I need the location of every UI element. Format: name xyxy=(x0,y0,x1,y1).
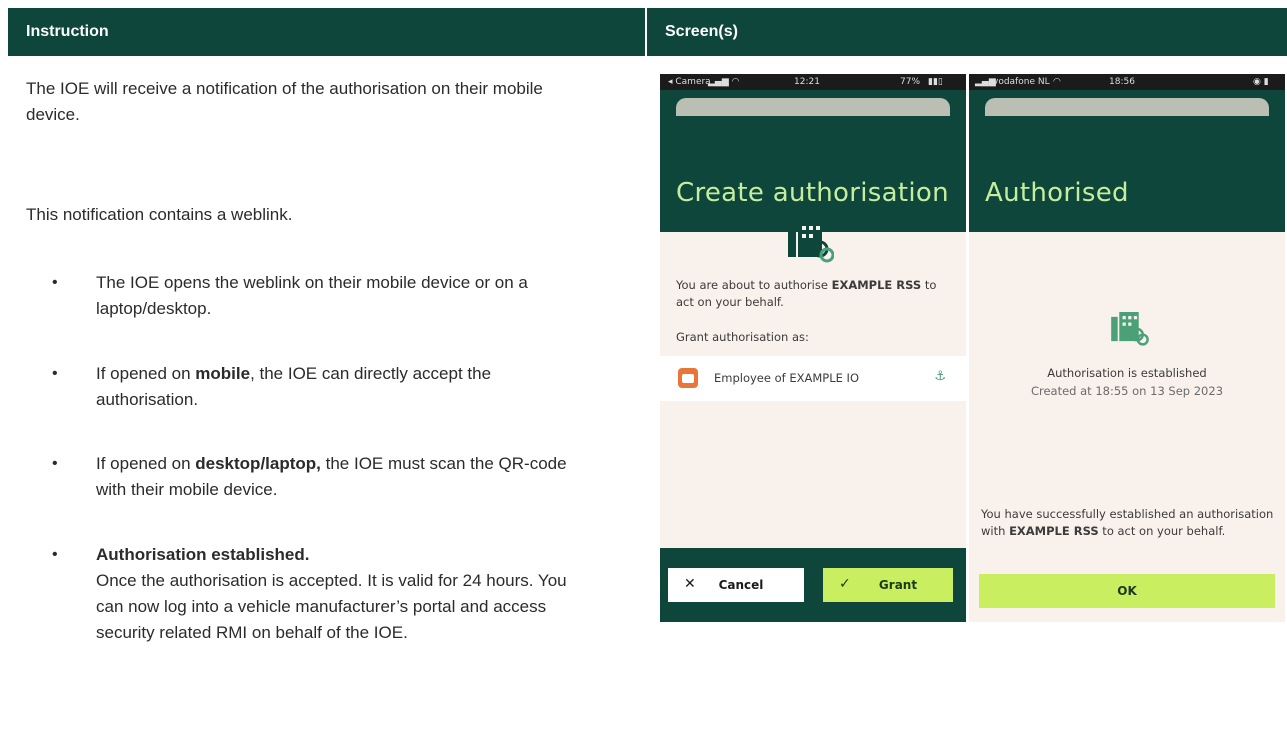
green-band xyxy=(969,116,1285,232)
bullet-dot: • xyxy=(52,455,58,472)
created-timestamp: Created at 18:55 on 13 Sep 2023 xyxy=(1030,384,1224,398)
employee-option[interactable]: Employee of EXAMPLE IO ⚓ xyxy=(660,356,966,401)
established-text: Authorisation is established xyxy=(1047,366,1207,380)
bullet-bold-text: desktop/laptop, xyxy=(195,454,321,473)
bullet-dot: • xyxy=(52,365,58,382)
bullet-text: If opened on xyxy=(96,364,196,383)
bullet-text: Once the authorisation is accepted. It i… xyxy=(96,571,567,642)
instruction-header: Instruction xyxy=(8,8,645,56)
status-carrier: vodafone NL xyxy=(993,77,1050,87)
building-link-icon xyxy=(786,221,835,268)
status-time: 18:56 xyxy=(1109,77,1135,87)
grant-button[interactable]: ✓ Grant xyxy=(823,568,953,602)
about-text: You are about to authorise EXAMPLE RSS t… xyxy=(676,277,956,311)
bullet-item: • Authorisation established. Once the au… xyxy=(52,542,596,646)
status-carrier: ◂ Camera xyxy=(668,77,711,87)
employee-label: Employee of EXAMPLE IO xyxy=(714,371,859,385)
success-text: You have successfully established an aut… xyxy=(981,506,1277,540)
battery-icon: ◉ ▮ xyxy=(1253,77,1269,87)
screen-title: Create authorisation xyxy=(676,178,949,208)
instruction-header-label: Instruction xyxy=(26,23,109,40)
about-text-pre: You are about to authorise xyxy=(676,278,832,292)
status-bar: ◂ Camera ▂▄▆ ◠ 12:21 77% ▮▮▯ xyxy=(660,74,966,90)
bullet-bold-text: Authorisation established. xyxy=(96,545,310,564)
bullet-text: The IOE opens the weblink on their mobil… xyxy=(96,273,528,318)
instruction-paragraph-2: This notification contains a weblink. xyxy=(26,205,293,224)
bullet-dot: • xyxy=(52,274,58,291)
grant-label: Grant xyxy=(878,578,918,592)
anchor-icon: ⚓ xyxy=(934,368,946,383)
screens-header-label: Screen(s) xyxy=(665,23,738,40)
ok-button[interactable]: OK xyxy=(979,574,1275,608)
bullet-item: • If opened on mobile, the IOE can direc… xyxy=(52,361,576,413)
screen-title: Authorised xyxy=(985,178,1129,208)
action-bar: ✕ Cancel ✓ Grant xyxy=(660,548,966,622)
bullet-item: • If opened on desktop/laptop, the IOE m… xyxy=(52,451,576,503)
signal-icon: ▂▄▆ ◠ xyxy=(708,77,740,87)
status-time: 12:21 xyxy=(794,77,820,87)
wifi-icon: ◠ xyxy=(1053,77,1061,87)
battery-icon: ▮▮▯ xyxy=(928,77,943,87)
grant-as-label: Grant authorisation as: xyxy=(676,330,809,344)
cancel-label: Cancel xyxy=(718,578,764,592)
status-bar: ▂▄▆ vodafone NL ◠ 18:56 ◉ ▮ xyxy=(969,74,1285,90)
bullet-text: If opened on xyxy=(96,454,196,473)
title-area: Create authorisation xyxy=(660,90,966,232)
about-text-bold: EXAMPLE RSS xyxy=(831,278,922,292)
screens-header: Screen(s) xyxy=(647,8,1287,56)
briefcase-icon xyxy=(678,368,698,388)
green-band xyxy=(660,116,966,232)
success-text-bold: EXAMPLE RSS xyxy=(1009,524,1099,538)
status-battery: 77% xyxy=(900,77,921,87)
title-area: Authorised xyxy=(969,90,1285,232)
building-link-icon xyxy=(1109,312,1149,351)
bullet-bold-text: mobile xyxy=(195,364,251,383)
phone-screen-authorised: ▂▄▆ vodafone NL ◠ 18:56 ◉ ▮ Authorised A… xyxy=(969,74,1285,622)
success-text-post: to act on your behalf. xyxy=(1098,524,1226,538)
cancel-button[interactable]: ✕ Cancel xyxy=(668,568,804,602)
instruction-paragraph-1: The IOE will receive a notification of t… xyxy=(26,79,543,124)
phone-screen-create-authorisation: ◂ Camera ▂▄▆ ◠ 12:21 77% ▮▮▯ Create auth… xyxy=(660,74,966,622)
bullet-dot: • xyxy=(52,546,58,563)
bullet-item: • The IOE opens the weblink on their mob… xyxy=(52,270,576,322)
